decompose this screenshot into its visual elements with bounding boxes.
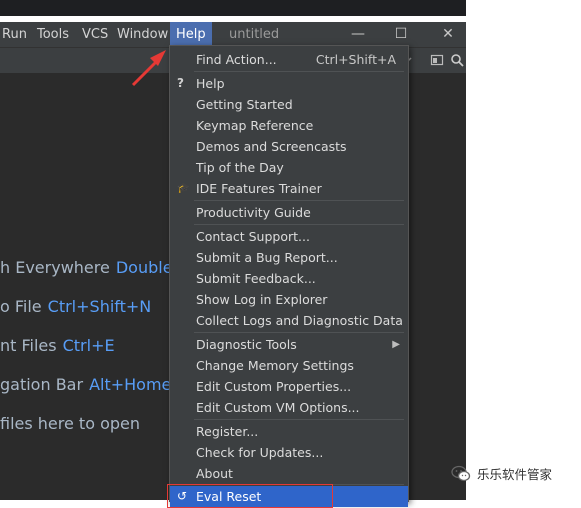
menu-window[interactable]: Window (117, 22, 168, 47)
wechat-logo-icon (451, 465, 471, 482)
menu-item-submit-feedback[interactable]: Submit Feedback... (170, 268, 408, 289)
search-icon[interactable] (450, 53, 464, 67)
menu-separator (194, 200, 404, 201)
top-dark-strip (0, 0, 466, 16)
hint-drop-files: files here to open (0, 414, 141, 433)
menu-item-ide-features-trainer[interactable]: 🎓 IDE Features Trainer (170, 178, 408, 199)
menu-item-register[interactable]: Register... (170, 421, 408, 442)
graduation-cap-icon: 🎓 (177, 183, 190, 194)
menu-item-collect-logs[interactable]: Collect Logs and Diagnostic Data (170, 310, 408, 331)
menu-separator (194, 419, 404, 420)
help-dropdown-menu: Find Action... Ctrl+Shift+A ? Help Gettin… (169, 45, 409, 507)
question-icon: ? (177, 76, 184, 90)
menu-item-demos[interactable]: Demos and Screencasts (170, 136, 408, 157)
menu-item-productivity-guide[interactable]: Productivity Guide (170, 202, 408, 223)
menu-run[interactable]: Run (2, 22, 27, 47)
menu-tools[interactable]: Tools (37, 22, 69, 47)
menu-vcs[interactable]: VCS (82, 22, 108, 47)
menu-item-getting-started[interactable]: Getting Started (170, 94, 408, 115)
close-button[interactable]: ✕ (433, 22, 463, 47)
minimize-button[interactable]: — (343, 22, 373, 47)
hint-go-to-file: o File Ctrl+Shift+N (0, 297, 152, 316)
hint-recent-files: nt Files Ctrl+E (0, 336, 115, 355)
menu-item-edit-custom-properties[interactable]: Edit Custom Properties... (170, 376, 408, 397)
menu-help[interactable]: Help (170, 22, 212, 47)
menu-item-show-log[interactable]: Show Log in Explorer (170, 289, 408, 310)
menu-item-help[interactable]: ? Help (170, 73, 408, 94)
menu-item-diagnostic-tools[interactable]: Diagnostic Tools ▶ (170, 334, 408, 355)
menu-item-submit-bug-report[interactable]: Submit a Bug Report... (170, 247, 408, 268)
menu-separator (194, 332, 404, 333)
hint-search-everywhere: h Everywhere Double (0, 258, 173, 277)
watermark-text: 乐乐软件管家 (477, 467, 553, 482)
menu-item-about[interactable]: About (170, 463, 408, 484)
menu-item-contact-support[interactable]: Contact Support... (170, 226, 408, 247)
hint-navigation-bar: gation Bar Alt+Home (0, 375, 172, 394)
menu-item-check-updates[interactable]: Check for Updates... (170, 442, 408, 463)
menu-separator (194, 224, 404, 225)
menu-item-change-memory[interactable]: Change Memory Settings (170, 355, 408, 376)
maximize-button[interactable]: ☐ (386, 22, 416, 47)
menu-item-keymap-reference[interactable]: Keymap Reference (170, 115, 408, 136)
menu-bar: Run Tools VCS Window Help untitled — ☐ ✕ (0, 22, 466, 47)
layout-icon[interactable] (430, 53, 444, 67)
menu-item-tip-of-the-day[interactable]: Tip of the Day (170, 157, 408, 178)
annotation-highlight-box (167, 484, 333, 508)
menu-item-edit-vm-options[interactable]: Edit Custom VM Options... (170, 397, 408, 418)
window-title: untitled (229, 27, 280, 42)
menu-separator (194, 71, 404, 72)
submenu-arrow-icon: ▶ (392, 339, 400, 350)
menu-item-find-action[interactable]: Find Action... Ctrl+Shift+A (170, 49, 408, 70)
